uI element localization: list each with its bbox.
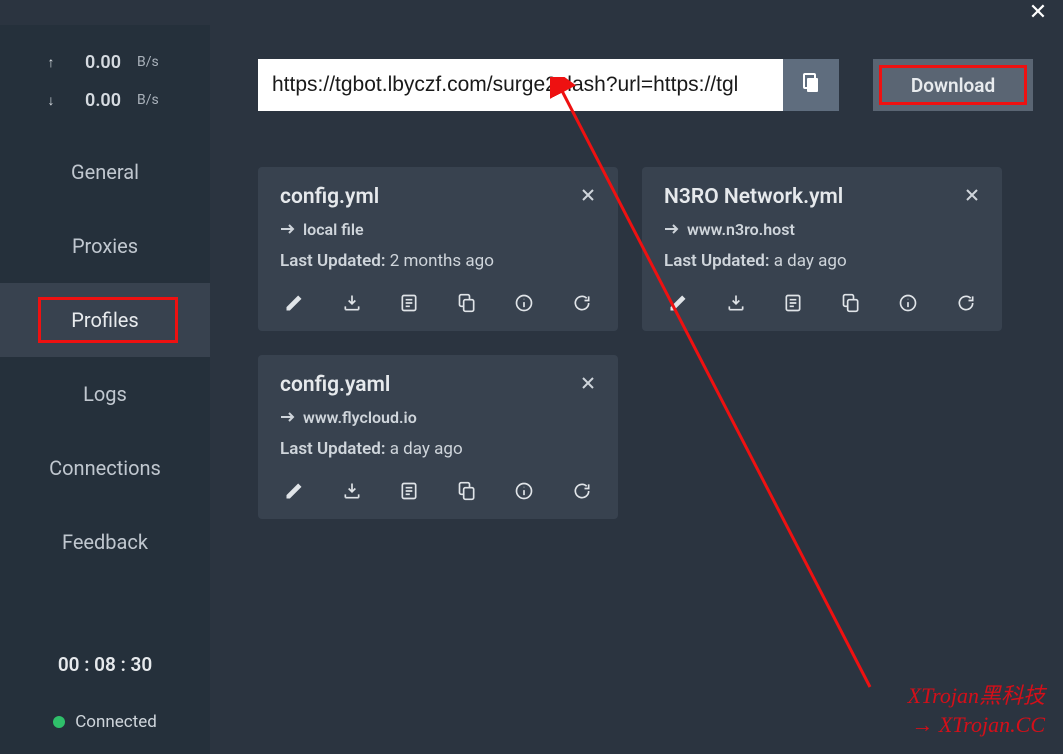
status-dot-icon [53,716,65,728]
updated-label: Last Updated: [280,251,386,271]
import-icon[interactable] [722,289,750,317]
nav-label: Proxies [72,234,138,258]
card-close-icon[interactable] [576,185,600,210]
profile-card[interactable]: config.yaml www.flycloud.io Last Updated… [258,355,618,519]
upload-value: 0.00 [75,52,121,73]
nav-item-feedback[interactable]: Feedback [0,505,210,579]
download-value: 0.00 [75,90,121,111]
main-layout: ↑ 0.00 B/s ↓ 0.00 B/s General Proxies Pr… [0,25,1063,754]
card-actions [664,287,984,319]
card-title: config.yml [280,185,379,209]
paste-button[interactable] [783,59,839,111]
list-icon[interactable] [395,289,423,317]
uptime-timer: 00 : 08 : 30 [0,631,210,698]
card-source: local file [280,220,600,239]
card-title: config.yaml [280,373,390,397]
nav-label: Profiles [71,308,138,332]
arrow-down-icon: ↓ [43,92,59,109]
refresh-icon[interactable] [568,477,596,505]
profile-card[interactable]: N3RO Network.yml www.n3ro.host Last Upda… [642,167,1002,331]
nav-label: Feedback [62,530,148,554]
refresh-icon[interactable] [952,289,980,317]
nav-item-connections[interactable]: Connections [0,431,210,505]
card-actions [280,287,600,319]
card-source-text: www.n3ro.host [687,220,795,239]
arrow-up-icon: ↑ [43,54,59,71]
profile-url-input[interactable] [258,59,783,111]
traffic-download: ↓ 0.00 B/s [0,81,210,119]
card-close-icon[interactable] [576,373,600,398]
copy-icon[interactable] [453,289,481,317]
info-icon[interactable] [894,289,922,317]
nav-label: Connections [49,456,161,480]
titlebar: ✕ [0,0,1063,25]
card-source-text: local file [303,220,364,239]
nav-label: Logs [83,382,127,406]
url-group [258,59,839,111]
nav: General Proxies Profiles Logs Connection… [0,135,210,579]
card-updated: Last Updated: a day ago [280,439,600,459]
info-icon[interactable] [510,289,538,317]
card-close-icon[interactable] [960,185,984,210]
arrow-right-icon [280,408,296,427]
url-row: Download [258,59,1033,111]
arrow-right-icon [280,220,296,239]
updated-label: Last Updated: [280,439,386,459]
import-icon[interactable] [338,289,366,317]
card-source: www.n3ro.host [664,220,984,239]
download-button[interactable]: Download [873,59,1033,111]
info-icon[interactable] [510,477,538,505]
close-icon[interactable]: ✕ [1023,0,1053,25]
upload-unit: B/s [137,54,167,70]
nav-item-proxies[interactable]: Proxies [0,209,210,283]
list-icon[interactable] [395,477,423,505]
nav-item-profiles[interactable]: Profiles [0,283,210,357]
profile-card[interactable]: config.yml local file Last Updated: 2 mo… [258,167,618,331]
nav-item-general[interactable]: General [0,135,210,209]
updated-label: Last Updated: [664,251,770,271]
edit-icon[interactable] [280,289,308,317]
card-source: www.flycloud.io [280,408,600,427]
sidebar: ↑ 0.00 B/s ↓ 0.00 B/s General Proxies Pr… [0,25,210,754]
card-updated: Last Updated: 2 months ago [280,251,600,271]
card-source-text: www.flycloud.io [303,408,417,427]
profile-cards: config.yml local file Last Updated: 2 mo… [258,167,1033,519]
edit-icon[interactable] [664,289,692,317]
arrow-right-icon [664,220,680,239]
card-title: N3RO Network.yml [664,185,843,209]
download-unit: B/s [137,92,167,108]
download-label: Download [911,74,995,97]
list-icon[interactable] [779,289,807,317]
nav-item-logs[interactable]: Logs [0,357,210,431]
updated-value: a day ago [774,251,847,271]
import-icon[interactable] [338,477,366,505]
updated-value: 2 months ago [390,251,494,271]
edit-icon[interactable] [280,477,308,505]
traffic-upload: ↑ 0.00 B/s [0,43,210,81]
content-area: Download config.yml local file [210,25,1063,754]
copy-icon[interactable] [453,477,481,505]
copy-icon[interactable] [837,289,865,317]
updated-value: a day ago [390,439,463,459]
status-label: Connected [75,712,157,732]
card-updated: Last Updated: a day ago [664,251,984,271]
nav-label: General [71,160,139,184]
clipboard-icon [799,71,823,99]
connection-status: Connected [0,698,210,754]
card-actions [280,475,600,507]
traffic-panel: ↑ 0.00 B/s ↓ 0.00 B/s [0,37,210,135]
refresh-icon [568,289,596,317]
